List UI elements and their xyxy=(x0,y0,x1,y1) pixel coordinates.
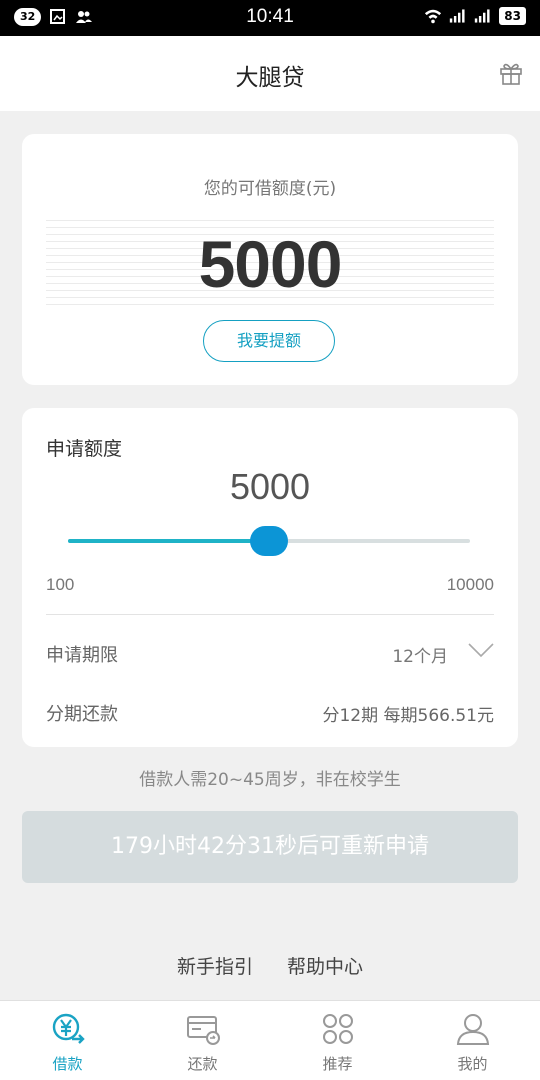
term-value[interactable]: 12个月 xyxy=(392,642,448,667)
tab-label: 借款 xyxy=(52,1055,83,1073)
yen-icon xyxy=(52,1013,85,1044)
status-bar: 32 10:41 83 xyxy=(0,0,540,36)
signal-icon xyxy=(450,9,465,23)
app-header: 大腿贷 xyxy=(0,36,540,111)
installment-label: 分期还款 xyxy=(46,704,118,725)
slider-fill xyxy=(68,539,269,543)
page-title: 大腿贷 xyxy=(235,65,305,91)
credit-limit-subtitle: 您的可借额度(元) xyxy=(203,179,337,199)
user-icon xyxy=(456,1014,489,1045)
help-center-link[interactable]: 帮助中心 xyxy=(287,956,363,978)
slider-max-label: 10000 xyxy=(446,575,494,594)
clover-icon xyxy=(322,1014,353,1044)
credit-limit-amount: 5000 xyxy=(198,227,343,301)
tab-repay[interactable]: 还款 xyxy=(135,1001,270,1080)
divider xyxy=(46,614,494,615)
eligibility-notice: 借款人需20~45周岁，非在校学生 xyxy=(139,770,401,790)
help-links: 新手指引 帮助中心 xyxy=(0,952,540,979)
tab-label: 还款 xyxy=(187,1055,218,1073)
card-icon xyxy=(186,1016,220,1045)
term-label: 申请期限 xyxy=(46,645,118,666)
tab-mine[interactable]: 我的 xyxy=(405,1001,540,1080)
apply-amount-label: 申请额度 xyxy=(46,438,123,460)
tab-label: 我的 xyxy=(457,1055,488,1073)
tab-label: 推荐 xyxy=(322,1055,353,1073)
battery-indicator: 83 xyxy=(499,7,526,25)
gift-icon[interactable] xyxy=(498,60,524,86)
chevron-down-icon[interactable] xyxy=(468,642,494,658)
wifi-icon xyxy=(425,9,442,24)
slider-thumb[interactable] xyxy=(250,526,288,556)
apply-card: 申请额度 5000 100 10000 申请期限 12个月 分期还款 分12期 … xyxy=(22,408,518,747)
tab-recommend[interactable]: 推荐 xyxy=(270,1001,405,1080)
tab-borrow[interactable]: 借款 xyxy=(0,1001,135,1080)
bottom-tab-bar: 借款 还款 推荐 我的 xyxy=(0,1000,540,1080)
slider-min-label: 100 xyxy=(46,575,75,594)
guide-link[interactable]: 新手指引 xyxy=(177,956,253,978)
raise-limit-button[interactable]: 我要提额 xyxy=(203,320,335,362)
amount-slider[interactable] xyxy=(68,526,470,556)
apply-amount-value: 5000 xyxy=(229,466,311,507)
installment-value: 分12期 每期566.51元 xyxy=(322,706,494,726)
credit-limit-card: 您的可借额度(元) 5000 我要提额 xyxy=(22,134,518,385)
signal-icon-2 xyxy=(475,9,490,23)
reapply-button[interactable]: 179小时42分31秒后可重新申请 xyxy=(22,811,518,883)
